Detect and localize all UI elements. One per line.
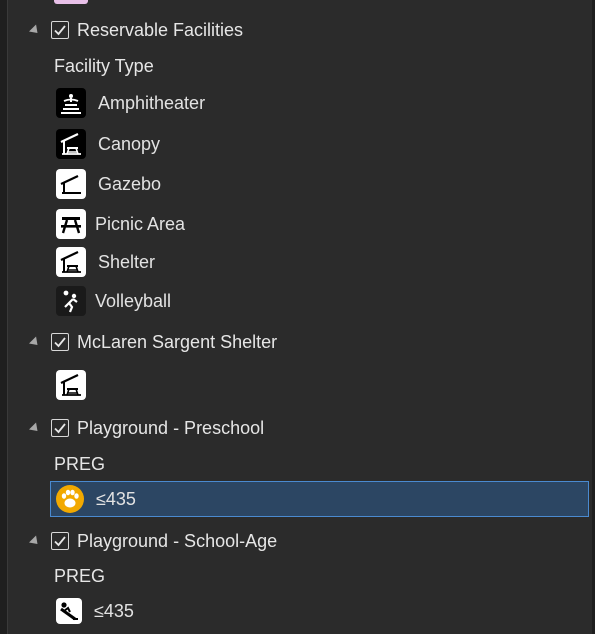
expand-arrow-icon[interactable] — [28, 335, 42, 349]
class-label: ≤435 — [96, 488, 136, 509]
field-name-label: PREG — [54, 453, 106, 474]
layer-row-playground-preschool[interactable]: Playground - Preschool — [28, 416, 265, 440]
expand-arrow-icon[interactable] — [28, 421, 42, 435]
layer-row-mclaren-sargent-shelter[interactable]: McLaren Sargent Shelter — [28, 330, 278, 354]
legend-class-school-age[interactable]: ≤435 — [56, 596, 134, 626]
legend-class-shelter[interactable]: Shelter — [56, 246, 155, 278]
layer-visibility-checkbox[interactable] — [51, 532, 69, 550]
legend-class-picnic-area[interactable]: Picnic Area — [56, 208, 185, 240]
class-label: ≤435 — [94, 600, 134, 621]
shelter-icon — [56, 370, 86, 400]
legend-class-gazebo[interactable]: Gazebo — [56, 168, 161, 200]
legend-class-selected[interactable]: ≤435 — [50, 481, 589, 517]
layer-name: Reservable Facilities — [77, 19, 244, 40]
shelter-icon — [56, 247, 86, 277]
layer-visibility-checkbox[interactable] — [51, 419, 69, 437]
field-name-label: Facility Type — [54, 55, 154, 76]
volleyball-icon — [56, 286, 86, 316]
partial-symbol-swatch — [54, 0, 88, 4]
legend-class-volleyball[interactable]: Volleyball — [56, 285, 171, 317]
class-label: Canopy — [98, 133, 161, 154]
layer-name: McLaren Sargent Shelter — [77, 331, 278, 352]
layer-visibility-checkbox[interactable] — [51, 21, 69, 39]
slide-icon — [56, 598, 82, 624]
paw-icon — [56, 485, 84, 513]
field-heading: PREG — [54, 453, 105, 475]
legend-class-canopy[interactable]: Canopy — [56, 128, 160, 160]
legend-class-amphitheater[interactable]: Amphitheater — [56, 87, 205, 119]
class-label: Shelter — [98, 251, 156, 272]
picnic-table-icon — [56, 209, 86, 239]
class-label: Volleyball — [95, 290, 172, 311]
field-heading: Facility Type — [54, 55, 154, 77]
field-name-label: PREG — [54, 565, 106, 586]
checkmark-icon — [54, 25, 66, 36]
layer-name: Playground - Preschool — [77, 417, 265, 438]
canopy-icon — [56, 129, 86, 159]
left-panel-border — [0, 0, 8, 634]
class-label: Picnic Area — [95, 213, 186, 234]
layer-visibility-checkbox[interactable] — [51, 333, 69, 351]
checkmark-icon — [54, 423, 66, 434]
amphitheater-icon — [56, 88, 86, 118]
layer-row-playground-school-age[interactable]: Playground - School-Age — [28, 529, 278, 553]
checkmark-icon — [54, 337, 66, 348]
class-label: Gazebo — [98, 173, 162, 194]
field-heading: PREG — [54, 565, 105, 587]
gazebo-icon — [56, 169, 86, 199]
checkmark-icon — [54, 536, 66, 547]
layer-name: Playground - School-Age — [77, 530, 278, 551]
class-label: Amphitheater — [98, 92, 206, 113]
expand-arrow-icon[interactable] — [28, 23, 42, 37]
legend-class-shelter-single[interactable] — [56, 369, 98, 401]
expand-arrow-icon[interactable] — [28, 534, 42, 548]
layer-row-reservable-facilities[interactable]: Reservable Facilities — [28, 18, 244, 42]
